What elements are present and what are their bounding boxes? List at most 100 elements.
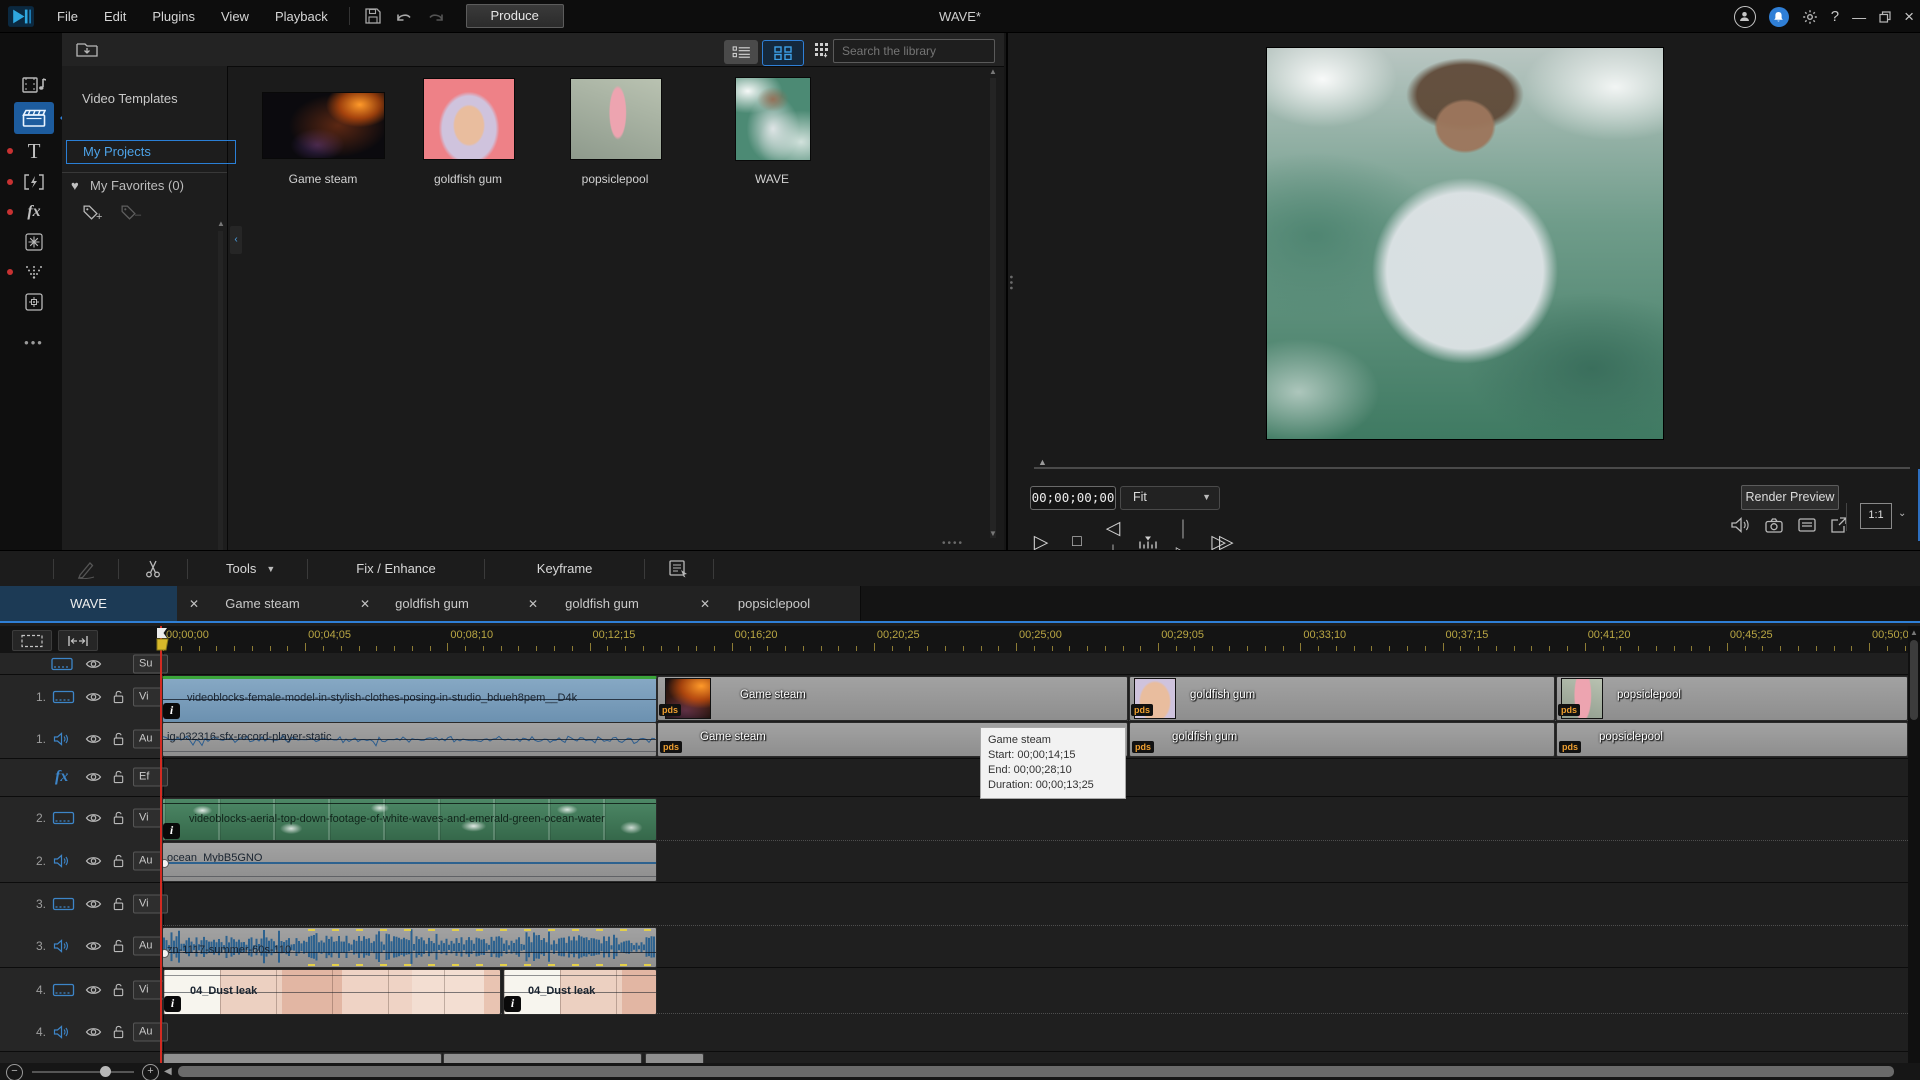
tab-game-steam[interactable]: ✕Game steam (177, 586, 349, 621)
eye-icon[interactable] (85, 940, 102, 952)
track-label[interactable]: Su (133, 654, 168, 673)
account-avatar-icon[interactable] (1734, 6, 1756, 28)
horizontal-scrollbar-thumb[interactable] (178, 1066, 1894, 1077)
zoom-slider-handle[interactable] (100, 1066, 111, 1077)
produce-button[interactable]: Produce (466, 4, 564, 28)
import-media-icon[interactable] (76, 40, 98, 58)
info-badge[interactable]: i (164, 996, 181, 1012)
scroll-left-icon[interactable]: ◀ (164, 1066, 172, 1077)
script-panel-icon[interactable] (669, 560, 689, 578)
sidebar-item-media[interactable] (14, 69, 54, 101)
zoom-in-button[interactable]: + (142, 1064, 159, 1080)
partial-clip[interactable] (163, 1053, 442, 1063)
clip-summer-music-audio[interactable]: zn-1117-summer-60s-110 (162, 927, 657, 968)
menu-file[interactable]: File (44, 0, 91, 33)
sidebar-item-titles[interactable]: T (14, 135, 54, 167)
clip-goldfish-gum-audio[interactable]: pds goldfish gum (1129, 722, 1555, 757)
library-item-thumbnail[interactable] (423, 78, 515, 160)
close-tab-icon[interactable]: ✕ (700, 597, 710, 611)
partial-clip[interactable] (443, 1053, 642, 1063)
design-pen-icon[interactable] (76, 559, 96, 579)
close-icon[interactable]: × (1904, 7, 1914, 27)
clip-ocean-video[interactable]: videoblocks-aerial-top-down-footage-of-w… (162, 798, 657, 841)
clip-goldfish-gum-video[interactable]: pds goldfish gum (1129, 676, 1555, 721)
menu-playback[interactable]: Playback (262, 0, 341, 33)
sidebar-item-particles[interactable] (14, 226, 54, 258)
track-label[interactable]: Vi (133, 894, 168, 913)
panel-resize-handle[interactable]: ••• (1005, 275, 1016, 292)
close-tab-icon[interactable]: ✕ (189, 597, 199, 611)
fit-select[interactable]: Fit▼ (1120, 486, 1220, 510)
sidebar-item-templates[interactable] (14, 102, 54, 134)
tree-scrollbar[interactable] (218, 231, 223, 566)
tools-button[interactable]: Tools (226, 561, 256, 576)
clip-popsiclepool-audio[interactable]: pds popsiclepool (1556, 722, 1908, 757)
list-view-button[interactable] (724, 40, 758, 64)
undo-icon[interactable] (395, 9, 413, 23)
lock-icon[interactable] (112, 854, 125, 869)
eye-icon[interactable] (85, 733, 102, 745)
eye-icon[interactable] (85, 898, 102, 910)
restore-icon[interactable] (1879, 11, 1891, 23)
search-input[interactable] (834, 44, 1001, 58)
seek-marker-button[interactable] (1138, 535, 1158, 550)
menu-edit[interactable]: Edit (91, 0, 139, 33)
eye-icon[interactable] (85, 855, 102, 867)
eye-icon[interactable] (85, 771, 102, 783)
chevron-down-icon[interactable]: ⌄ (1898, 508, 1906, 519)
scroll-up-icon[interactable]: ▲ (989, 67, 997, 76)
close-tab-icon[interactable]: ✕ (528, 597, 538, 611)
lock-icon[interactable] (112, 1025, 125, 1040)
help-icon[interactable]: ? (1831, 8, 1839, 25)
sidebar-item-transitions[interactable] (14, 166, 54, 198)
eye-icon[interactable] (85, 984, 102, 996)
volume-icon[interactable] (1730, 517, 1750, 533)
seek-handle-icon[interactable]: ▲ (1038, 457, 1047, 467)
fix-enhance-button[interactable]: Fix / Enhance (356, 561, 436, 576)
eye-icon[interactable] (85, 1026, 102, 1038)
lock-icon[interactable] (112, 811, 125, 826)
eye-icon[interactable] (85, 658, 102, 670)
tree-item-video-templates[interactable]: Video Templates (82, 91, 178, 106)
keyframe-button[interactable]: Keyframe (537, 561, 593, 576)
settings-gear-icon[interactable] (1802, 9, 1818, 25)
collapse-tree-icon[interactable]: ‹ (230, 226, 242, 254)
scroll-up-icon[interactable]: ▲ (217, 219, 225, 228)
library-search[interactable] (833, 39, 995, 63)
timeline-ruler[interactable]: 00;00;0000;04;0500;08;1000;12;1500;16;20… (0, 626, 1920, 654)
range-select-button[interactable] (12, 630, 52, 651)
clip-wave-video[interactable]: videoblocks-female-model-in-stylish-clot… (162, 676, 657, 723)
track-label[interactable]: Ef (133, 768, 168, 787)
panel-resize-handle[interactable]: •••• (942, 538, 964, 549)
save-icon[interactable] (365, 8, 381, 24)
lock-icon[interactable] (112, 896, 125, 911)
tree-item-my-projects[interactable]: My Projects (66, 140, 236, 164)
timecode-display[interactable]: 00;00;00;00 (1030, 486, 1116, 510)
sidebar-item-ai-effects[interactable] (14, 256, 54, 288)
tab-popsiclepool[interactable]: ✕popsiclepool (688, 586, 861, 621)
zoom-out-button[interactable]: − (6, 1064, 23, 1080)
playhead-marker[interactable] (156, 628, 170, 656)
track-label[interactable]: Au (133, 1023, 168, 1042)
media-info-icon[interactable] (1798, 518, 1816, 532)
lock-icon[interactable] (112, 732, 125, 747)
library-scrollbar[interactable] (990, 78, 996, 538)
info-badge[interactable]: i (163, 823, 180, 839)
tab-wave[interactable]: WAVE (0, 586, 178, 621)
keyframe-dot[interactable] (162, 859, 169, 868)
fit-timeline-button[interactable] (58, 630, 98, 651)
grid-view-button[interactable] (762, 40, 804, 66)
eye-icon[interactable] (85, 691, 102, 703)
close-tab-icon[interactable]: ✕ (360, 597, 370, 611)
redo-icon[interactable] (427, 9, 445, 23)
library-item-thumbnail[interactable] (262, 92, 385, 159)
menu-plugins[interactable]: Plugins (139, 0, 208, 33)
clip-dust-leak-video-2[interactable]: 04_Dust leak (503, 969, 657, 1015)
timeline-vertical-scrollbar[interactable]: ▲ (1908, 626, 1920, 1063)
minimize-icon[interactable]: — (1852, 9, 1866, 25)
partial-clip[interactable] (645, 1053, 704, 1063)
clip-popsiclepool-video[interactable]: pds popsiclepool (1556, 676, 1908, 721)
explorer-view-icon[interactable] (814, 42, 830, 58)
clip-dust-leak-video-1[interactable]: 04_Dust leak (163, 969, 501, 1015)
sidebar-item-masking[interactable] (14, 286, 54, 318)
